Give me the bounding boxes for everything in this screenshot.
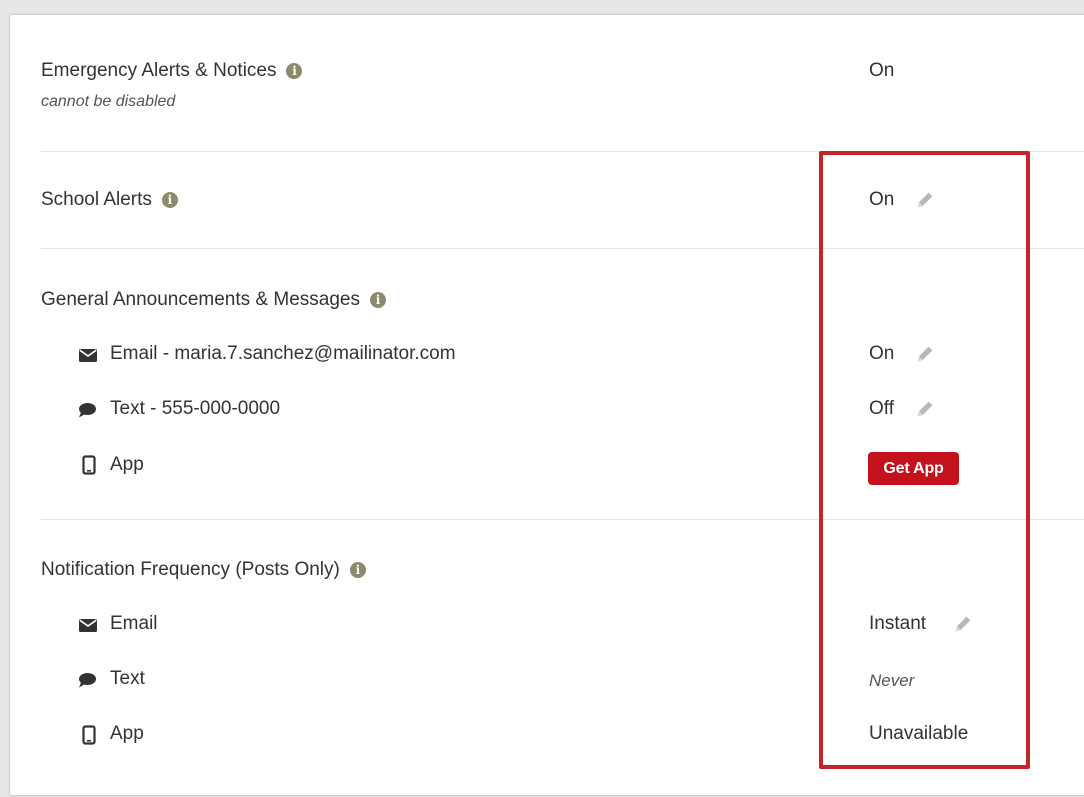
info-icon[interactable]: i [349, 562, 366, 578]
general-announcements-label: General Announcements & Messages [41, 289, 360, 310]
info-icon[interactable]: i [286, 63, 303, 79]
info-icon[interactable]: i [161, 192, 178, 208]
emergency-alerts-sublabel: cannot be disabled [41, 93, 176, 110]
info-icon[interactable]: i [369, 292, 386, 308]
emergency-alerts-row: Emergency Alerts & Notices i [41, 60, 303, 82]
frequency-email-label: Email [110, 613, 158, 634]
highlight-box [819, 151, 1030, 769]
emergency-alerts-label: Emergency Alerts & Notices [41, 60, 277, 81]
speech-bubble-icon [79, 673, 96, 688]
general-app-label: App [110, 454, 144, 475]
notification-settings-page: Emergency Alerts & Notices i cannot be di… [0, 0, 1084, 797]
envelope-icon [79, 619, 97, 632]
envelope-icon [79, 349, 97, 362]
general-announcements-row: General Announcements & Messages i [41, 289, 386, 311]
frequency-app-label: App [110, 723, 144, 744]
mobile-phone-icon [82, 725, 96, 745]
emergency-alerts-value: On [869, 60, 895, 81]
notification-frequency-row: Notification Frequency (Posts Only) i [41, 559, 366, 581]
school-alerts-row: School Alerts i [41, 189, 178, 211]
notification-frequency-label: Notification Frequency (Posts Only) [41, 559, 340, 580]
mobile-phone-icon [82, 455, 96, 475]
school-alerts-label: School Alerts [41, 189, 152, 210]
general-text-label: Text - 555-000-0000 [110, 398, 281, 419]
general-email-label: Email - maria.7.sanchez@mailinator.com [110, 343, 456, 364]
speech-bubble-icon [79, 403, 96, 418]
frequency-text-label: Text [110, 668, 145, 689]
